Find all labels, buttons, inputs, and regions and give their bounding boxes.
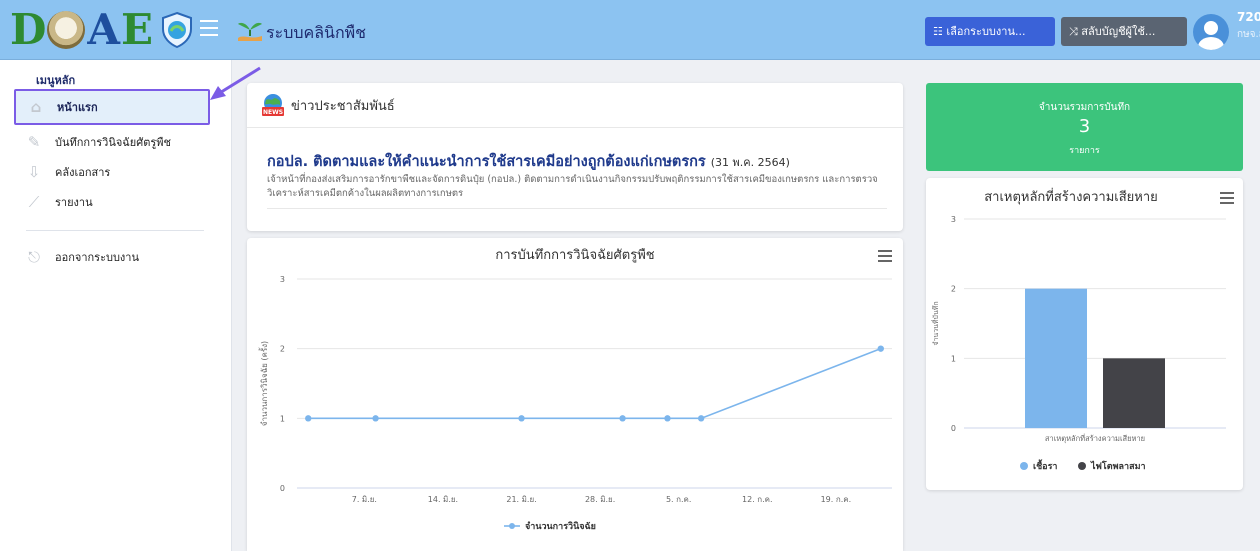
total-records-card: จำนวนรวมการบันทึก 3 รายการ [926,83,1243,171]
x-tick-label: 12. ก.ค. [742,495,773,504]
sidebar-item-label: คลังเอกสาร [55,166,111,179]
y-axis-label: จำนวนการวินิจฉัย (ครั้ง) [258,341,269,426]
sidebar: เมนูหลัก ⌂ หน้าแรก ✎ บันทึกการวินิจฉัยศั… [0,60,232,551]
news-title: กอปล. ติดตามและให้คำแนะนำการใช้สารเคมีอย… [267,154,706,170]
news-globe-icon: NEWS [262,94,284,116]
legend-label: ไฟโตพลาสมา [1090,460,1146,472]
logout-icon: ⎋ [28,248,40,266]
x-tick-label: 14. มิ.ย. [428,495,458,504]
sidebar-item-logout[interactable]: ⎋ ออกจากระบบงาน [14,240,206,274]
data-point [619,415,626,422]
select-system-button[interactable]: ☷ เลือกระบบงาน... [925,17,1055,46]
x-tick-label: 19. ก.ค. [821,495,852,504]
sidebar-item-label: ออกจากระบบงาน [55,251,140,264]
sidebar-item-reports[interactable]: ⟋ รายงาน [14,185,206,219]
user-id: 720459 [1237,10,1260,24]
bar [1025,288,1087,428]
stat-unit: รายการ [1069,146,1100,156]
data-point [697,415,705,422]
download-box-icon: ⇩ [27,163,41,181]
line-chart: 0 1 2 3 7. มิ.ย. 14. มิ.ย. 21. มิ.ย. 28. มิ.ย. 5… [258,275,892,532]
shield-icon [162,11,193,49]
doae-logo[interactable]: D A E [10,6,194,54]
x-tick-label: 28. มิ.ย. [585,495,615,504]
sidebar-item-diagnosis-record[interactable]: ✎ บันทึกการวินิจฉัยศัตรูพืช [14,125,206,159]
home-icon: ⌂ [30,98,42,116]
grid-icon: ☷ [933,25,947,38]
news-icon-text: NEWS [263,109,283,116]
divider [267,208,887,209]
news-header: NEWS ข่าวประชาสัมพันธ์ [261,93,395,117]
sidebar-divider [26,230,204,231]
data-point [877,345,884,352]
x-tick-label: 21. มิ.ย. [506,495,536,504]
data-point [305,415,312,422]
news-header-label: ข่าวประชาสัมพันธ์ [291,98,395,114]
legend-marker [1020,462,1028,470]
switch-account-button[interactable]: ⤨ สลับบัญชีผู้ใช้... [1061,17,1187,46]
y-tick-label: 3 [951,215,956,224]
news-date: (31 พ.ค. 2564) [710,156,790,169]
sidebar-item-label: หน้าแรก [57,101,98,114]
legend-label: จำนวนการวินิจฉัย [525,521,596,532]
legend-marker [1078,462,1086,470]
menu-toggle-icon[interactable] [200,20,218,36]
y-tick-label: 1 [280,414,285,423]
logo-letter-d: D [10,5,46,54]
y-tick-label: 1 [951,354,956,363]
y-axis-label: จำนวนที่บันทึก [931,301,940,345]
data-point [372,415,379,422]
y-tick-label: 0 [951,424,956,433]
data-point [518,415,525,422]
cause-chart-card: สาเหตุหลักที่สร้างความเสียหาย 0 1 2 3 จำนวนท… [926,178,1243,490]
series-line [308,347,882,420]
plant-hand-icon [238,22,262,41]
switch-account-label: สลับบัญชีผู้ใช้... [1081,25,1156,38]
stat-label: จำนวนรวมการบันทึก [1038,102,1131,113]
bar [1103,358,1165,428]
app-title[interactable]: ระบบคลินิกพืช [266,21,366,46]
chart-icon: ⟋ [28,193,40,211]
news-body: เจ้าหน้าที่กองส่งเสริมการอารักขาพืชและจั… [267,174,878,199]
y-tick-label: 0 [280,484,285,493]
x-category-label: สาเหตุหลักที่สร้างความเสียหาย [1045,433,1145,443]
logo-letter-e: E [121,5,153,54]
sidebar-item-home[interactable]: ⌂ หน้าแรก [14,89,210,125]
pencil-icon: ✎ [27,133,41,151]
legend-label: เชื้อรา [1033,459,1057,472]
x-tick-label: 5. ก.ค. [666,495,691,504]
sidebar-heading: เมนูหลัก [36,74,76,87]
legend-marker [509,523,515,529]
royal-seal-icon [47,11,86,49]
bar-chart: 0 1 2 3 จำนวนที่บันทึกสาเหตุหลักที่สร้างความ… [931,215,1226,472]
diagnosis-chart-card: การบันทึกการวินิจฉัยศัตรูพืช 0 1 2 3 7. มิ.ย… [247,238,903,551]
shuffle-icon: ⤨ [1069,25,1082,38]
user-org: กษจ.สุพรรณบุรี [1237,29,1260,40]
y-tick-label: 2 [951,285,956,294]
news-card: NEWS ข่าวประชาสัมพันธ์ กอปล. ติดตามและให… [247,83,903,231]
y-tick-label: 3 [280,275,285,284]
divider [247,127,903,128]
select-system-label: เลือกระบบงาน... [946,25,1026,38]
user-avatar[interactable] [1193,14,1229,50]
stat-value: 3 [1078,116,1091,137]
top-header: D A E ระบบคลินิกพืช ☷ เลือกระบบงาน... ⤨ … [0,0,1260,60]
x-tick-label: 7. มิ.ย. [352,495,377,504]
y-tick-label: 2 [280,345,285,354]
data-point [664,415,671,422]
sidebar-item-documents[interactable]: ⇩ คลังเอกสาร [14,155,206,189]
logo-letter-a: A [87,5,120,54]
sidebar-item-label: บันทึกการวินิจฉัยศัตรูพืช [55,136,171,149]
sidebar-item-label: รายงาน [55,196,93,209]
news-title-link[interactable]: กอปล. ติดตามและให้คำแนะนำการใช้สารเคมีอย… [267,150,790,173]
